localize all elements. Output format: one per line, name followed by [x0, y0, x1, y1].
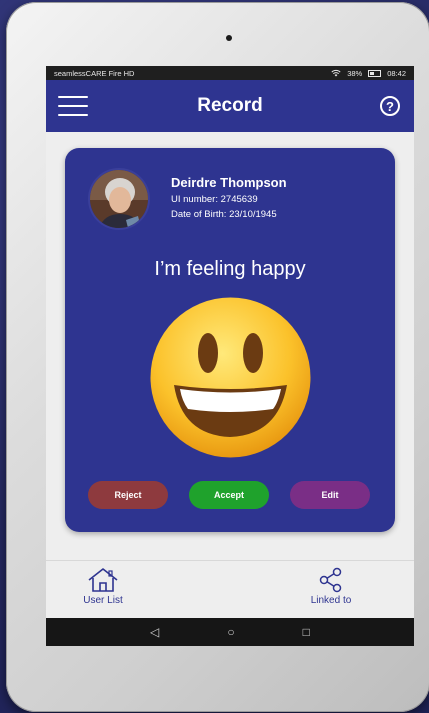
nav-user-list[interactable]: User List: [58, 567, 148, 606]
wifi-icon: [331, 69, 341, 77]
nav-linked-to-label: Linked to: [310, 595, 352, 606]
page-title: Record: [197, 95, 263, 116]
status-time: 08:42: [387, 68, 406, 78]
status-indicators: 38% 08:42: [331, 69, 406, 78]
avatar-photo: [90, 170, 148, 228]
record-card: Deirdre Thompson UI number: 2745639 Date…: [65, 148, 395, 532]
hamburger-menu-icon[interactable]: [58, 96, 88, 116]
home-icon: [88, 568, 118, 592]
back-icon[interactable]: ◁: [150, 625, 159, 639]
reject-button[interactable]: Reject: [88, 481, 168, 509]
front-camera: [226, 35, 232, 41]
help-icon[interactable]: ?: [380, 96, 400, 116]
accept-button[interactable]: Accept: [189, 481, 269, 509]
date-of-birth: Date of Birth: 23/10/1945: [171, 209, 277, 220]
nav-linked-to[interactable]: Linked to: [286, 567, 376, 606]
tablet-frame: seamlessCARE Fire HD 38% 08:42 Record ?: [6, 2, 429, 712]
battery-icon: [368, 69, 382, 77]
grinning-face-icon: [150, 297, 311, 458]
share-icon: [319, 567, 342, 593]
recents-icon[interactable]: □: [303, 625, 310, 639]
nav-user-list-label: User List: [83, 595, 123, 606]
avatar: [88, 168, 150, 230]
status-app-name: seamlessCARE Fire HD: [54, 68, 135, 78]
ui-number: UI number: 2745639: [171, 194, 258, 205]
home-button-icon[interactable]: ○: [227, 625, 234, 639]
edit-button[interactable]: Edit: [290, 481, 370, 509]
patient-name: Deirdre Thompson: [171, 175, 287, 190]
status-bar: seamlessCARE Fire HD 38% 08:42: [46, 66, 414, 80]
app-bar: Record ?: [46, 80, 414, 132]
screen: seamlessCARE Fire HD 38% 08:42 Record ?: [46, 66, 414, 646]
battery-percent: 38%: [347, 68, 363, 78]
feeling-text: I’m feeling happy: [154, 258, 306, 280]
android-nav-bar: ◁ ○ □: [46, 618, 414, 646]
bottom-nav: User List Linked to: [46, 560, 414, 618]
